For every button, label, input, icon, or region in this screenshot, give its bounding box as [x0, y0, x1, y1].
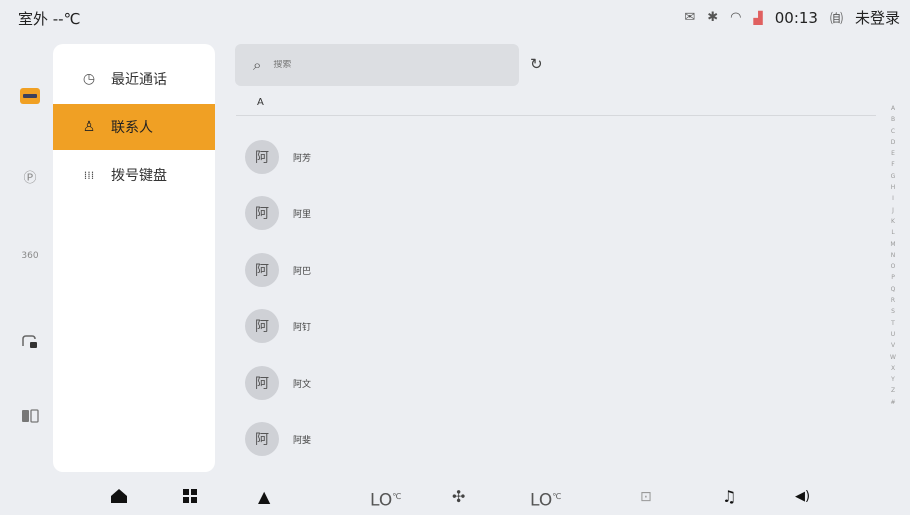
- avatar: 阿: [245, 309, 279, 343]
- status-bar: 室外 --℃ ✉ ✱ ◠ ▟ 00:13 ㉂ 未登录: [0, 0, 910, 36]
- contact-row[interactable]: 阿 阿芳: [245, 138, 645, 176]
- avatar: 阿: [245, 253, 279, 287]
- apps-grid-icon[interactable]: [182, 488, 198, 508]
- avatar: 阿: [245, 366, 279, 400]
- index-letter[interactable]: N: [891, 250, 896, 261]
- divider: [236, 115, 876, 116]
- search-icon: ⌕: [253, 56, 262, 74]
- temperature-unit: ℃: [552, 492, 562, 501]
- menu-item-dialpad[interactable]: ⁞⁞⁞ 拨号键盘: [53, 152, 215, 198]
- avatar: 阿: [245, 196, 279, 230]
- status-icons: ✉ ✱ ◠ ▟ 00:13 ㉂ 未登录: [684, 7, 900, 28]
- left-temperature[interactable]: LO℃: [370, 488, 401, 510]
- index-letter[interactable]: V: [891, 340, 895, 351]
- contact-row[interactable]: 阿 阿文: [245, 364, 645, 402]
- index-letter[interactable]: S: [891, 306, 895, 317]
- index-letter[interactable]: R: [891, 295, 895, 306]
- avatar: 阿: [245, 140, 279, 174]
- contact-name: 阿斐: [293, 435, 312, 446]
- contact-row[interactable]: 阿 阿里: [245, 194, 645, 232]
- index-letter[interactable]: P: [891, 272, 895, 283]
- contact-row[interactable]: 阿 阿钉: [245, 307, 645, 345]
- index-letter[interactable]: Z: [891, 385, 895, 396]
- account-icon[interactable]: ㉂: [830, 8, 843, 27]
- right-temperature[interactable]: LO℃: [530, 488, 561, 510]
- wifi-icon[interactable]: ◠: [730, 10, 741, 25]
- index-letter[interactable]: X: [891, 363, 895, 374]
- index-letter[interactable]: I: [892, 193, 894, 204]
- music-icon[interactable]: ♫: [722, 488, 736, 506]
- menu-item-label: 联系人: [111, 120, 153, 136]
- search-bar[interactable]: ⌕: [235, 44, 519, 86]
- clock-icon: ◷: [82, 71, 96, 87]
- parking-app-icon[interactable]: Ⓟ: [18, 164, 42, 188]
- avatar: 阿: [245, 422, 279, 456]
- fan-icon[interactable]: ✣: [452, 488, 465, 506]
- index-letter[interactable]: M: [890, 239, 895, 250]
- navigation-icon[interactable]: ▲: [258, 488, 270, 506]
- index-letter[interactable]: W: [890, 352, 896, 363]
- menu-item-label: 拨号键盘: [111, 168, 167, 184]
- login-status[interactable]: 未登录: [855, 7, 900, 28]
- contact-row[interactable]: 阿 阿斐: [245, 420, 645, 458]
- right-temperature-value: LO: [530, 490, 553, 511]
- refresh-icon[interactable]: ↻: [530, 55, 543, 73]
- index-letter[interactable]: J: [892, 205, 894, 216]
- section-letter: A: [257, 97, 264, 108]
- outdoor-temperature: 室外 --℃: [18, 10, 81, 28]
- home-icon[interactable]: [110, 488, 128, 508]
- screen-icon[interactable]: ⊡: [640, 488, 652, 506]
- clock: 00:13: [774, 8, 818, 27]
- view-360-app-icon[interactable]: 360: [18, 244, 42, 268]
- left-temperature-value: LO: [370, 490, 393, 511]
- contact-name: 阿钉: [293, 322, 312, 333]
- split-screen-app-icon[interactable]: [18, 404, 42, 428]
- search-input[interactable]: [273, 60, 474, 70]
- signal-icon: ▟: [753, 10, 763, 25]
- menu-item-label: 最近通话: [111, 72, 167, 88]
- index-letter[interactable]: O: [891, 261, 896, 272]
- menu-item-recent-calls[interactable]: ◷ 最近通话: [53, 56, 215, 102]
- index-letter[interactable]: K: [891, 216, 895, 227]
- index-letter[interactable]: C: [891, 126, 895, 137]
- index-letter[interactable]: F: [891, 159, 894, 170]
- contact-name: 阿文: [293, 379, 312, 390]
- message-icon[interactable]: ✉: [684, 10, 695, 25]
- bluetooth-icon[interactable]: ✱: [707, 10, 718, 25]
- index-letter[interactable]: Q: [891, 284, 896, 295]
- dialpad-icon: ⁞⁞⁞: [83, 168, 95, 182]
- alphabet-index[interactable]: A B C D E F G H I J K L M N O P Q R S T …: [886, 103, 900, 408]
- person-icon: ♙: [82, 119, 96, 135]
- app-rail: Ⓟ 360: [0, 40, 56, 480]
- index-letter[interactable]: #: [890, 397, 895, 408]
- phone-menu-panel: ◷ 最近通话 ♙ 联系人 ⁞⁞⁞ 拨号键盘: [53, 44, 215, 472]
- contact-row[interactable]: 阿 阿巴: [245, 251, 645, 289]
- contact-name: 阿巴: [293, 266, 312, 277]
- volume-icon[interactable]: ◀): [795, 488, 810, 506]
- phone-app-icon[interactable]: [18, 84, 42, 108]
- menu-item-contacts[interactable]: ♙ 联系人: [53, 104, 215, 150]
- index-letter[interactable]: H: [891, 182, 896, 193]
- index-letter[interactable]: G: [891, 171, 896, 182]
- index-letter[interactable]: E: [891, 148, 895, 159]
- index-letter[interactable]: L: [891, 227, 894, 238]
- car-lock-app-icon[interactable]: [18, 330, 42, 354]
- index-letter[interactable]: A: [891, 103, 895, 114]
- index-letter[interactable]: B: [891, 114, 895, 125]
- contact-name: 阿芳: [293, 153, 312, 164]
- bottom-dock: ▲ LO℃ ✣ LO℃ ⊡ ♫ ◀): [0, 480, 910, 515]
- index-letter[interactable]: D: [891, 137, 896, 148]
- contact-name: 阿里: [293, 209, 312, 220]
- index-letter[interactable]: Y: [891, 374, 895, 385]
- index-letter[interactable]: T: [891, 318, 895, 329]
- temperature-unit: ℃: [392, 492, 402, 501]
- index-letter[interactable]: U: [891, 329, 895, 340]
